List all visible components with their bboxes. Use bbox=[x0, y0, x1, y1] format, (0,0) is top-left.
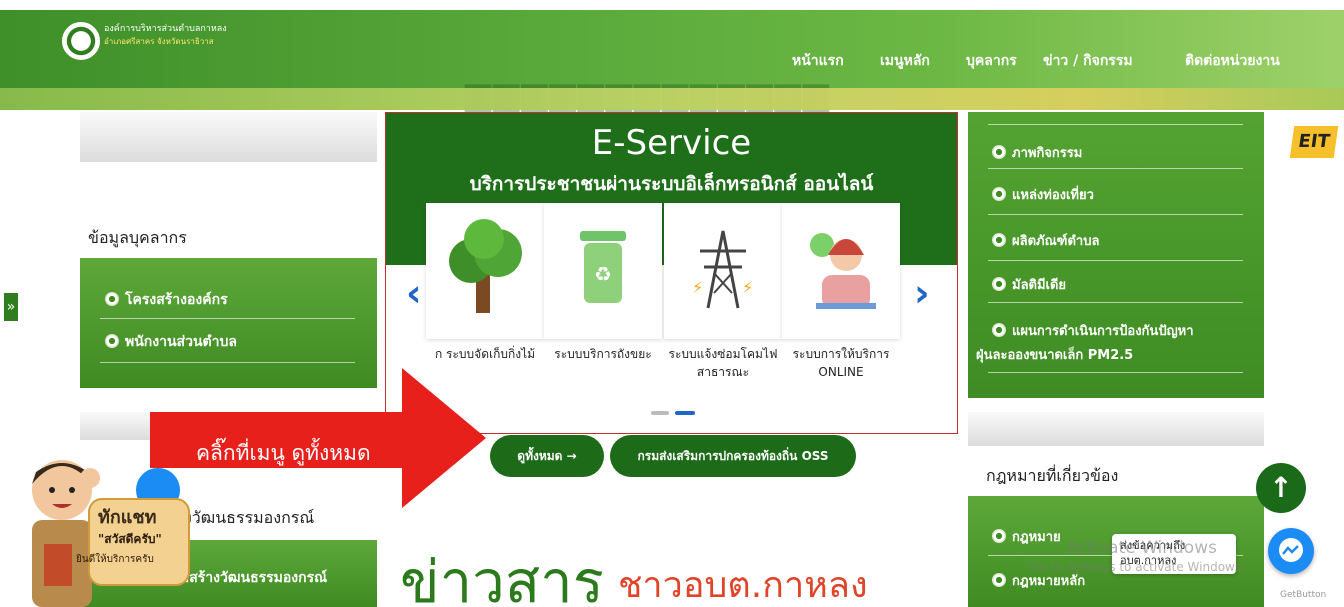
news-subtitle: ชาวอบต.กาหลง bbox=[618, 565, 868, 606]
bullet-icon bbox=[992, 233, 1006, 247]
call-center-icon bbox=[810, 233, 876, 309]
menu-item-staff[interactable]: พนักงานส่วนตำบล bbox=[105, 331, 237, 353]
power-tower-icon: ⚡ ⚡ bbox=[692, 230, 753, 309]
menu-label: แผนการดำเนินการป้องกันปัญหา bbox=[1012, 324, 1194, 339]
menu-label: มัลติมีเดีย bbox=[1012, 278, 1067, 293]
menu-label: ผลิตภัณฑ์ตำบล bbox=[1012, 234, 1100, 249]
right-menu-pm25-line2[interactable]: ฝุ่นละอองขนาดเล็ก PM2.5 bbox=[976, 344, 1133, 365]
carousel-prev-icon[interactable]: ‹ bbox=[406, 271, 422, 315]
menu-item-org-structure[interactable]: โครงสร้างองค์กร bbox=[105, 289, 228, 311]
divider bbox=[988, 260, 1243, 261]
carousel-dot[interactable] bbox=[651, 411, 669, 415]
personnel-title: ข้อมูลบุคลากร bbox=[88, 228, 187, 247]
bullet-icon bbox=[992, 529, 1006, 543]
card-label: ระบบแจ้งซ่อมโคมไฟสาธารณะ bbox=[668, 347, 778, 379]
eservice-card-online[interactable] bbox=[782, 203, 900, 339]
eservice-subtitle: บริการประชาชนผ่านระบบอิเล็กทรอนิกส์ ออนไ… bbox=[469, 173, 874, 195]
annotation-arrow bbox=[150, 368, 486, 508]
mascot-line1: ทักแชท bbox=[98, 507, 157, 528]
messenger-icon bbox=[1279, 538, 1303, 562]
menu-label: โครงสร้างองค์กร bbox=[125, 292, 228, 308]
windows-watermark-title: Activate Windows bbox=[1066, 538, 1217, 558]
right-menu-tourism[interactable]: แหล่งท่องเที่ยว bbox=[992, 184, 1094, 205]
org-logo[interactable] bbox=[62, 22, 100, 60]
tree-icon bbox=[449, 219, 522, 313]
recycle-bin-icon: ♻ bbox=[580, 231, 626, 303]
divider bbox=[988, 302, 1243, 303]
bullet-icon bbox=[992, 187, 1006, 201]
oss-button[interactable]: กรมส่งเสริมการปกครองท้องถิ่น OSS bbox=[610, 435, 856, 477]
nav-personnel[interactable]: บุคลากร bbox=[966, 50, 1017, 72]
divider bbox=[100, 318, 355, 319]
bullet-icon bbox=[992, 277, 1006, 291]
bullet-icon bbox=[105, 334, 119, 348]
bullet-icon bbox=[105, 292, 119, 306]
right-menu-multimedia[interactable]: มัลติมีเดีย bbox=[992, 274, 1066, 295]
eservice-card-garbage[interactable]: ♻ bbox=[544, 203, 662, 339]
eit-badge[interactable]: EIT bbox=[1289, 126, 1339, 158]
messenger-button[interactable] bbox=[1268, 528, 1314, 574]
menu-label: กฎหมายหลัก bbox=[1012, 574, 1086, 589]
bullet-icon bbox=[992, 323, 1006, 337]
eservice-card-streetlight[interactable]: ⚡ ⚡ bbox=[664, 203, 782, 339]
divider bbox=[988, 214, 1243, 215]
eservice-card-branches[interactable] bbox=[426, 203, 544, 339]
left-top-box bbox=[80, 112, 377, 162]
bullet-icon bbox=[992, 145, 1006, 159]
side-expand-tab[interactable]: » bbox=[4, 293, 18, 321]
header-decor-strip bbox=[0, 88, 1344, 110]
getbutton-credit[interactable]: GetButton bbox=[1280, 590, 1326, 600]
divider bbox=[988, 168, 1243, 169]
card-label: ระบบการให้บริการ ONLINE bbox=[792, 347, 890, 379]
scroll-top-icon[interactable]: ↑ bbox=[1256, 463, 1306, 513]
law-item-related[interactable]: กฎหมาย bbox=[992, 526, 1061, 547]
org-name: องค์การบริหารส่วนตำบลกาหลง bbox=[104, 24, 227, 34]
right-mid-box bbox=[968, 412, 1264, 446]
svg-text:♻: ♻ bbox=[594, 262, 612, 286]
nav-home[interactable]: หน้าแรก bbox=[792, 50, 844, 72]
eservice-title: E-Service bbox=[591, 123, 752, 163]
mascot-bubble[interactable]: ทักแชท "สวัสดีครับ" ยินดีให้บริการครับ bbox=[76, 498, 190, 586]
page: ▇▇▇▇▇▇▇▇▇▇▇▇▇ องค์การบริหารส่วนตำบลกาหลง… bbox=[0, 0, 1344, 607]
divider bbox=[988, 372, 1243, 373]
card-label: ระบบบริการถังขยะ bbox=[554, 347, 652, 361]
bullet-icon bbox=[992, 573, 1006, 587]
annotation-text: คลิ๊กที่เมนู ดูทั้งหมด bbox=[196, 441, 371, 465]
right-menu-activities[interactable]: ภาพกิจกรรม bbox=[992, 142, 1082, 163]
menu-label: ภาพกิจกรรม bbox=[1012, 146, 1083, 161]
divider bbox=[988, 124, 1243, 125]
svg-text:⚡: ⚡ bbox=[742, 278, 753, 297]
card-label: ก ระบบจัดเก็บกิ่งไม้ bbox=[434, 347, 536, 361]
mascot-line2: "สวัสดีครับ" bbox=[98, 532, 162, 546]
menu-label: พนักงานส่วนตำบล bbox=[125, 334, 237, 350]
right-menu-products[interactable]: ผลิตภัณฑ์ตำบล bbox=[992, 230, 1099, 251]
nav-main-menu[interactable]: เมนูหลัก bbox=[880, 50, 930, 72]
nav-contact[interactable]: ติดต่อหน่วยงาน bbox=[1185, 50, 1280, 72]
divider bbox=[100, 362, 355, 363]
windows-watermark-sub: Go to Settings to activate Windows. bbox=[1030, 560, 1245, 574]
svg-text:⚡: ⚡ bbox=[692, 278, 703, 297]
org-subtitle: อำเภอศรีสาคร จังหวัดนราธิวาส bbox=[104, 37, 214, 46]
law-title: กฎหมายที่เกี่ยวข้อง bbox=[986, 466, 1119, 485]
carousel-dot-active[interactable] bbox=[675, 411, 695, 415]
right-menu-pm25[interactable]: แผนการดำเนินการป้องกันปัญหา bbox=[992, 320, 1194, 341]
menu-label: แหล่งท่องเที่ยว bbox=[1012, 188, 1094, 203]
nav-news-activities[interactable]: ข่าว / กิจกรรม bbox=[1043, 50, 1133, 72]
mascot-line3: ยินดีให้บริการครับ bbox=[76, 554, 154, 565]
menu-label: กฎหมาย bbox=[1012, 530, 1061, 545]
carousel-next-icon[interactable]: › bbox=[914, 271, 930, 315]
